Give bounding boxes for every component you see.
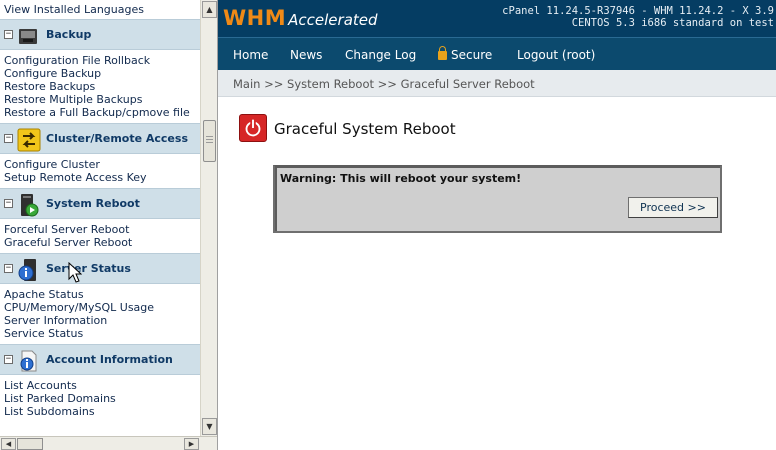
section-header-backup[interactable]: − Backup [0, 19, 200, 50]
section-title-system-reboot: System Reboot [46, 197, 140, 210]
section-links-account-information: List Accounts List Parked Domains List S… [0, 375, 200, 422]
warning-message: Warning: This will reboot your system! [280, 172, 522, 185]
sidebar-link-cpu-memory-mysql-usage[interactable]: CPU/Memory/MySQL Usage [0, 301, 200, 314]
sidebar-link-restore-multiple-backups[interactable]: Restore Multiple Backups [0, 93, 200, 106]
top-header: WHM Accelerated cPanel 11.24.5-R37946 - W… [218, 0, 776, 38]
scrollbar-thumb[interactable] [203, 120, 216, 162]
sidebar-link-list-parked-domains[interactable]: List Parked Domains [0, 392, 200, 405]
menu-secure-label: Secure [451, 48, 493, 62]
sidebar-link-configure-backup[interactable]: Configure Backup [0, 67, 200, 80]
sidebar-link-apache-status[interactable]: Apache Status [0, 288, 200, 301]
sidebar-vertical-scrollbar[interactable]: ▲ ▼ [200, 0, 217, 436]
lock-icon [438, 46, 447, 60]
power-icon [239, 114, 267, 142]
section-title-cluster-remote-access: Cluster/Remote Access [46, 132, 188, 145]
menu-home[interactable]: Home [233, 48, 268, 62]
collapse-icon[interactable]: − [4, 355, 13, 364]
sidebar-horizontal-scrollbar[interactable]: ◀ ▶ [0, 436, 217, 450]
sidebar-link-view-installed-languages[interactable]: View Installed Languages [0, 3, 200, 16]
warning-box: Warning: This will reboot your system! P… [273, 165, 722, 233]
logo-accelerated-text: Accelerated [288, 11, 378, 29]
sidebar-link-restore-full-backup[interactable]: Restore a Full Backup/cpmove file [0, 106, 196, 119]
sidebar-link-list-subdomains[interactable]: List Subdomains [0, 405, 200, 418]
section-header-cluster-remote-access[interactable]: − Cluster/Remote Access [0, 123, 200, 154]
breadcrumb-current-page: Graceful Server Reboot [400, 77, 535, 91]
version-line-2: CENTOS 5.3 i686 standard on test [571, 17, 774, 29]
section-header-system-reboot[interactable]: − System Reboot [0, 188, 200, 219]
whm-logo: WHM Accelerated [223, 6, 378, 30]
sidebar-link-list-accounts[interactable]: List Accounts [0, 379, 200, 392]
proceed-button[interactable]: Proceed >> [628, 197, 718, 218]
scroll-down-arrow-icon[interactable]: ▼ [202, 418, 217, 435]
page-title: Graceful System Reboot [274, 120, 456, 138]
account-info-icon [20, 350, 37, 372]
section-links-backup: Configuration File Rollback Configure Ba… [0, 50, 200, 123]
cluster-arrows-icon [17, 128, 41, 152]
sidebar-link-server-information[interactable]: Server Information [0, 314, 200, 327]
sidebar-link-restore-backups[interactable]: Restore Backups [0, 80, 200, 93]
section-links-cluster-remote-access: Configure Cluster Setup Remote Access Ke… [0, 154, 200, 188]
menu-news[interactable]: News [290, 48, 322, 62]
sidebar-link-configure-cluster[interactable]: Configure Cluster [0, 158, 200, 171]
section-header-server-status[interactable]: − Server Status [0, 253, 200, 284]
scroll-left-arrow-icon[interactable]: ◀ [1, 438, 16, 450]
sidebar-link-service-status[interactable]: Service Status [0, 327, 200, 340]
collapse-icon[interactable]: − [4, 199, 13, 208]
section-title-account-information: Account Information [46, 353, 173, 366]
sidebar-nav: View Installed Languages − Backup Config… [0, 0, 200, 436]
scroll-right-arrow-icon[interactable]: ▶ [184, 438, 199, 450]
version-line-1: cPanel 11.24.5-R37946 - WHM 11.24.2 - X … [502, 5, 774, 17]
sidebar-link-setup-remote-access-key[interactable]: Setup Remote Access Key [0, 171, 200, 184]
reboot-icon [21, 194, 39, 217]
left-navigation-frame: View Installed Languages − Backup Config… [0, 0, 218, 450]
mouse-cursor-icon [68, 262, 82, 283]
collapse-icon[interactable]: − [4, 134, 13, 143]
breadcrumb-main[interactable]: Main [233, 77, 260, 91]
server-info-icon [18, 259, 36, 281]
top-menu: Home News Change Log Secure Logout (root… [218, 38, 776, 70]
breadcrumb: Main >> System Reboot >> Graceful Server… [218, 70, 776, 97]
collapse-icon[interactable]: − [4, 264, 13, 273]
menu-change-log[interactable]: Change Log [345, 48, 416, 62]
menu-logout[interactable]: Logout (root) [517, 48, 595, 62]
logo-whm-text: WHM [223, 6, 287, 30]
breadcrumb-separator: >> [377, 77, 397, 91]
section-links-system-reboot: Forceful Server Reboot Graceful Server R… [0, 219, 200, 253]
sidebar-link-graceful-server-reboot[interactable]: Graceful Server Reboot [0, 236, 200, 249]
main-content-frame: WHM Accelerated cPanel 11.24.5-R37946 - W… [218, 0, 776, 450]
sidebar-link-forceful-server-reboot[interactable]: Forceful Server Reboot [0, 223, 200, 236]
scroll-up-arrow-icon[interactable]: ▲ [202, 1, 217, 18]
horizontal-scrollbar-thumb[interactable] [17, 438, 43, 450]
version-info: cPanel 11.24.5-R37946 - WHM 11.24.2 - X … [502, 5, 774, 29]
collapse-icon[interactable]: − [4, 30, 13, 39]
backup-icon [19, 29, 37, 44]
breadcrumb-system-reboot[interactable]: System Reboot [287, 77, 374, 91]
section-title-backup: Backup [46, 28, 92, 41]
section-header-account-information[interactable]: − Account Information [0, 344, 200, 375]
breadcrumb-separator: >> [264, 77, 284, 91]
sidebar-link-configuration-file-rollback[interactable]: Configuration File Rollback [0, 54, 200, 67]
section-title-server-status: Server Status [46, 262, 131, 275]
menu-secure[interactable]: Secure [438, 46, 493, 62]
section-links-server-status: Apache Status CPU/Memory/MySQL Usage Ser… [0, 284, 200, 344]
